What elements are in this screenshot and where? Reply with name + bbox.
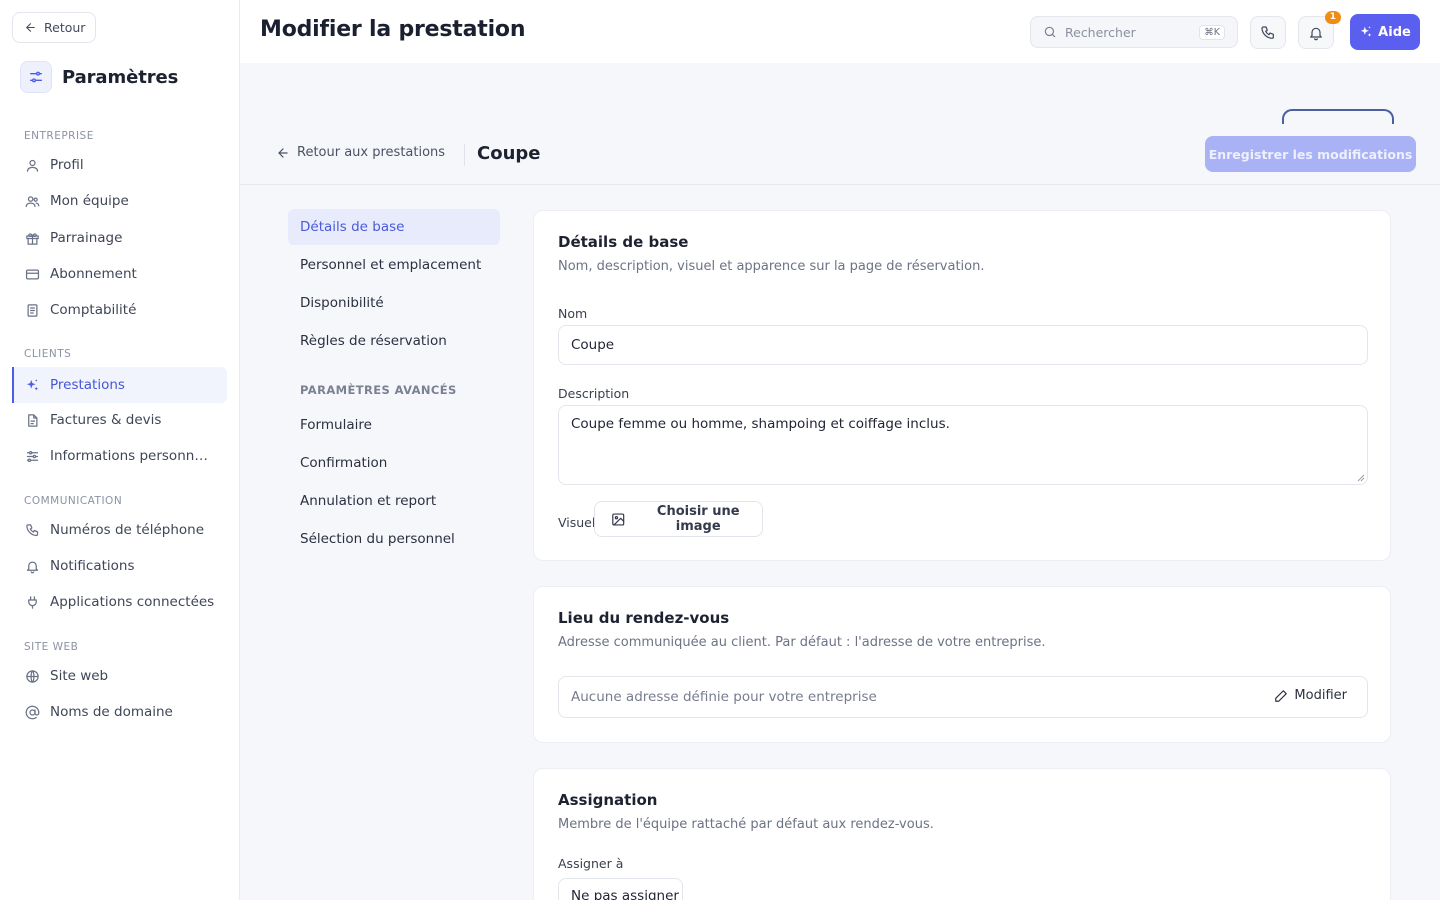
assignment-card: Assignation Membre de l'équipe rattaché … (533, 768, 1391, 900)
sparkles-icon (1360, 26, 1372, 37)
image-icon (612, 512, 625, 526)
arrow-left-icon (278, 147, 288, 158)
sidebar-item-applications-connectees[interactable]: Applications connectées (12, 584, 227, 620)
location-card: Lieu du rendez-vous Adresse communiquée … (533, 586, 1391, 743)
file-icon (28, 413, 38, 427)
sidebar-item-abonnement[interactable]: Abonnement (12, 256, 227, 292)
sparkles-icon (26, 378, 39, 390)
section-nav-confirmation[interactable]: Confirmation (288, 445, 500, 481)
location-title: Lieu du rendez-vous (558, 609, 730, 627)
details-subtitle: Nom, description, visuel et apparence su… (558, 259, 985, 274)
section-nav-disponibilite[interactable]: Disponibilité (288, 285, 500, 321)
notifications-button[interactable]: 1 (1298, 11, 1341, 49)
service-subheader: Retour aux prestations Coupe Enregistrer… (240, 124, 1440, 185)
sidebar-section-clients: CLIENTS (24, 348, 72, 360)
search-placeholder: Rechercher (1065, 24, 1136, 40)
back-button-label: Retour (44, 20, 86, 35)
resize-handle-icon[interactable] (1357, 474, 1365, 482)
sidebar-item-profil[interactable]: Profil (12, 147, 227, 183)
page-title: Modifier la prestation (260, 17, 526, 42)
name-input[interactable]: Coupe (558, 325, 1368, 365)
address-value: Aucune adresse définie pour votre entrep… (571, 689, 877, 705)
sidebar-item-informations-personnalisees[interactable]: Informations personnalis… (12, 438, 227, 474)
at-icon (25, 705, 40, 719)
help-button-label: Aide (1378, 24, 1411, 40)
sidebar-item-mon-equipe[interactable]: Mon équipe (12, 183, 227, 219)
description-textarea[interactable]: Coupe femme ou homme, shampoing et coiff… (558, 405, 1368, 485)
sidebar-item-numeros-telephone[interactable]: Numéros de téléphone (12, 512, 227, 548)
assignment-title: Assignation (558, 791, 658, 809)
assign-to-label: Assigner à (558, 856, 624, 871)
section-nav-personnel-emplacement[interactable]: Personnel et emplacement (288, 247, 500, 283)
user-icon (26, 159, 39, 172)
location-subtitle: Adresse communiquée au client. Par défau… (558, 635, 1046, 650)
settings-sidebar: Retour Paramètres ENTREPRISE Profil Mon … (0, 0, 240, 900)
sidebar-item-noms-de-domaine[interactable]: Noms de domaine (12, 694, 227, 730)
plug-icon (28, 595, 37, 609)
section-nav-regles-reservation[interactable]: Règles de réservation (288, 323, 500, 359)
sidebar-item-site-web[interactable]: Site web (12, 658, 227, 694)
search-shortcut-badge: ⌘K (1199, 25, 1225, 40)
edit-address-label: Modifier (1294, 688, 1347, 703)
gift-icon (26, 232, 39, 245)
description-label: Description (558, 386, 630, 401)
assignment-subtitle: Membre de l'équipe rattaché par défaut a… (558, 817, 934, 832)
divider (464, 144, 465, 166)
address-field: Aucune adresse définie pour votre entrep… (558, 676, 1368, 718)
phone-icon (26, 523, 39, 536)
pencil-icon (1275, 689, 1288, 702)
back-button[interactable]: Retour (12, 12, 97, 43)
search-input[interactable]: Rechercher ⌘K (1030, 16, 1238, 48)
section-nav-formulaire[interactable]: Formulaire (288, 407, 500, 443)
save-changes-button[interactable]: Enregistrer les modifications (1205, 136, 1416, 172)
sidebar-header: Paramètres (20, 61, 178, 93)
topbar: Modifier la prestation Rechercher ⌘K 1 A… (240, 0, 1440, 63)
back-to-services-label: Retour aux prestations (297, 145, 446, 160)
sliders-icon (26, 450, 39, 462)
search-icon (1044, 26, 1056, 38)
decorative-outline (1282, 109, 1394, 125)
credit-card-icon (25, 269, 40, 279)
notification-count-badge: 1 (1324, 11, 1341, 24)
choose-image-button[interactable]: Choisir une image (594, 501, 763, 537)
name-label: Nom (558, 306, 588, 321)
sidebar-item-prestations[interactable]: Prestations (12, 367, 227, 403)
service-title: Coupe (477, 143, 541, 164)
settings-sliders-icon (20, 61, 52, 93)
sidebar-item-factures-devis[interactable]: Factures & devis (12, 402, 227, 438)
choose-image-label: Choisir une image (656, 504, 740, 534)
sidebar-section-site-web: SITE WEB (24, 641, 79, 653)
bell-icon (1310, 27, 1322, 40)
receipt-icon (27, 303, 38, 317)
sidebar-item-parrainage[interactable]: Parrainage (12, 220, 227, 256)
assign-to-select[interactable]: Ne pas assigner (558, 878, 683, 900)
section-nav-details-de-base[interactable]: Détails de base (288, 209, 500, 245)
section-nav-advanced-header: PARAMÈTRES AVANCÉS (300, 383, 457, 397)
description-text: Coupe femme ou homme, shampoing et coiff… (571, 416, 950, 432)
phone-button[interactable] (1250, 16, 1286, 49)
sidebar-item-comptabilite[interactable]: Comptabilité (12, 292, 227, 328)
sidebar-item-notifications[interactable]: Notifications (12, 548, 227, 584)
section-nav-selection-personnel[interactable]: Sélection du personnel (288, 521, 500, 557)
back-to-services-link[interactable]: Retour aux prestations (276, 145, 445, 160)
users-icon (25, 195, 40, 207)
globe-icon (26, 669, 39, 683)
details-card: Détails de base Nom, description, visuel… (533, 210, 1391, 561)
section-nav-annulation-report[interactable]: Annulation et report (288, 483, 500, 519)
arrow-left-icon (26, 23, 35, 32)
visual-label: Visuel (558, 515, 596, 530)
details-title: Détails de base (558, 233, 689, 251)
bell-icon (26, 561, 39, 573)
edit-address-button[interactable]: Modifier (1274, 688, 1347, 703)
help-button[interactable]: Aide (1350, 14, 1420, 50)
sidebar-title: Paramètres (62, 66, 179, 88)
sidebar-section-entreprise: ENTREPRISE (24, 130, 94, 142)
phone-icon (1261, 25, 1274, 39)
sidebar-section-communication: COMMUNICATION (24, 495, 123, 507)
